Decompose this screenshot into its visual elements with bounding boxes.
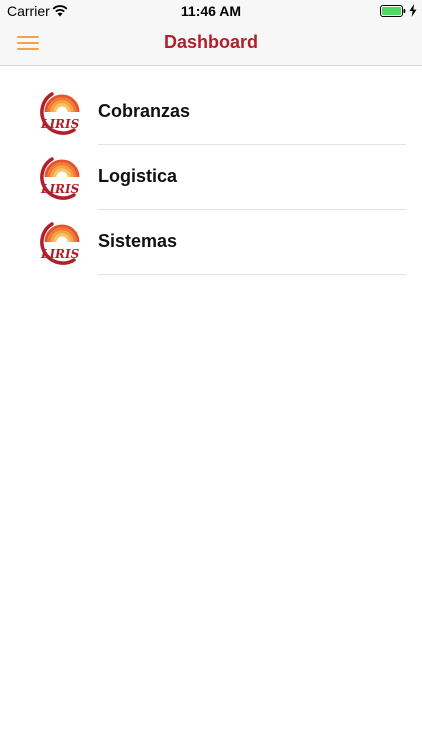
list-item-label: Logistica	[98, 166, 178, 186]
status-time: 11:46 AM	[180, 3, 242, 19]
list-item-cobranzas[interactable]: LIRIS Cobranzas	[0, 80, 422, 145]
list-item-sistemas[interactable]: LIRIS Sistemas	[0, 210, 422, 275]
list-item-logistica[interactable]: LIRIS Logistica	[0, 145, 422, 210]
svg-text:LIRIS: LIRIS	[40, 117, 80, 131]
svg-text:LIRIS: LIRIS	[40, 182, 80, 196]
list-item-label: Cobranzas	[98, 101, 191, 121]
list-item-label: Sistemas	[98, 231, 178, 251]
status-bar: Carrier 11:46 AM	[0, 0, 422, 22]
liris-logo-icon: LIRIS	[40, 222, 80, 265]
svg-text:LIRIS: LIRIS	[40, 247, 80, 261]
liris-logo-icon: LIRIS	[40, 92, 80, 135]
page-title: Dashboard	[163, 32, 259, 52]
charging-bolt-icon	[409, 4, 417, 17]
dashboard-list: LIRIS Cobranzas LIRIS Logistica LIRIS Si…	[0, 80, 422, 275]
battery-icon	[380, 5, 406, 17]
list-separator	[98, 274, 406, 275]
liris-logo-icon: LIRIS	[40, 157, 80, 200]
navigation-bar: Dashboard	[0, 22, 422, 66]
